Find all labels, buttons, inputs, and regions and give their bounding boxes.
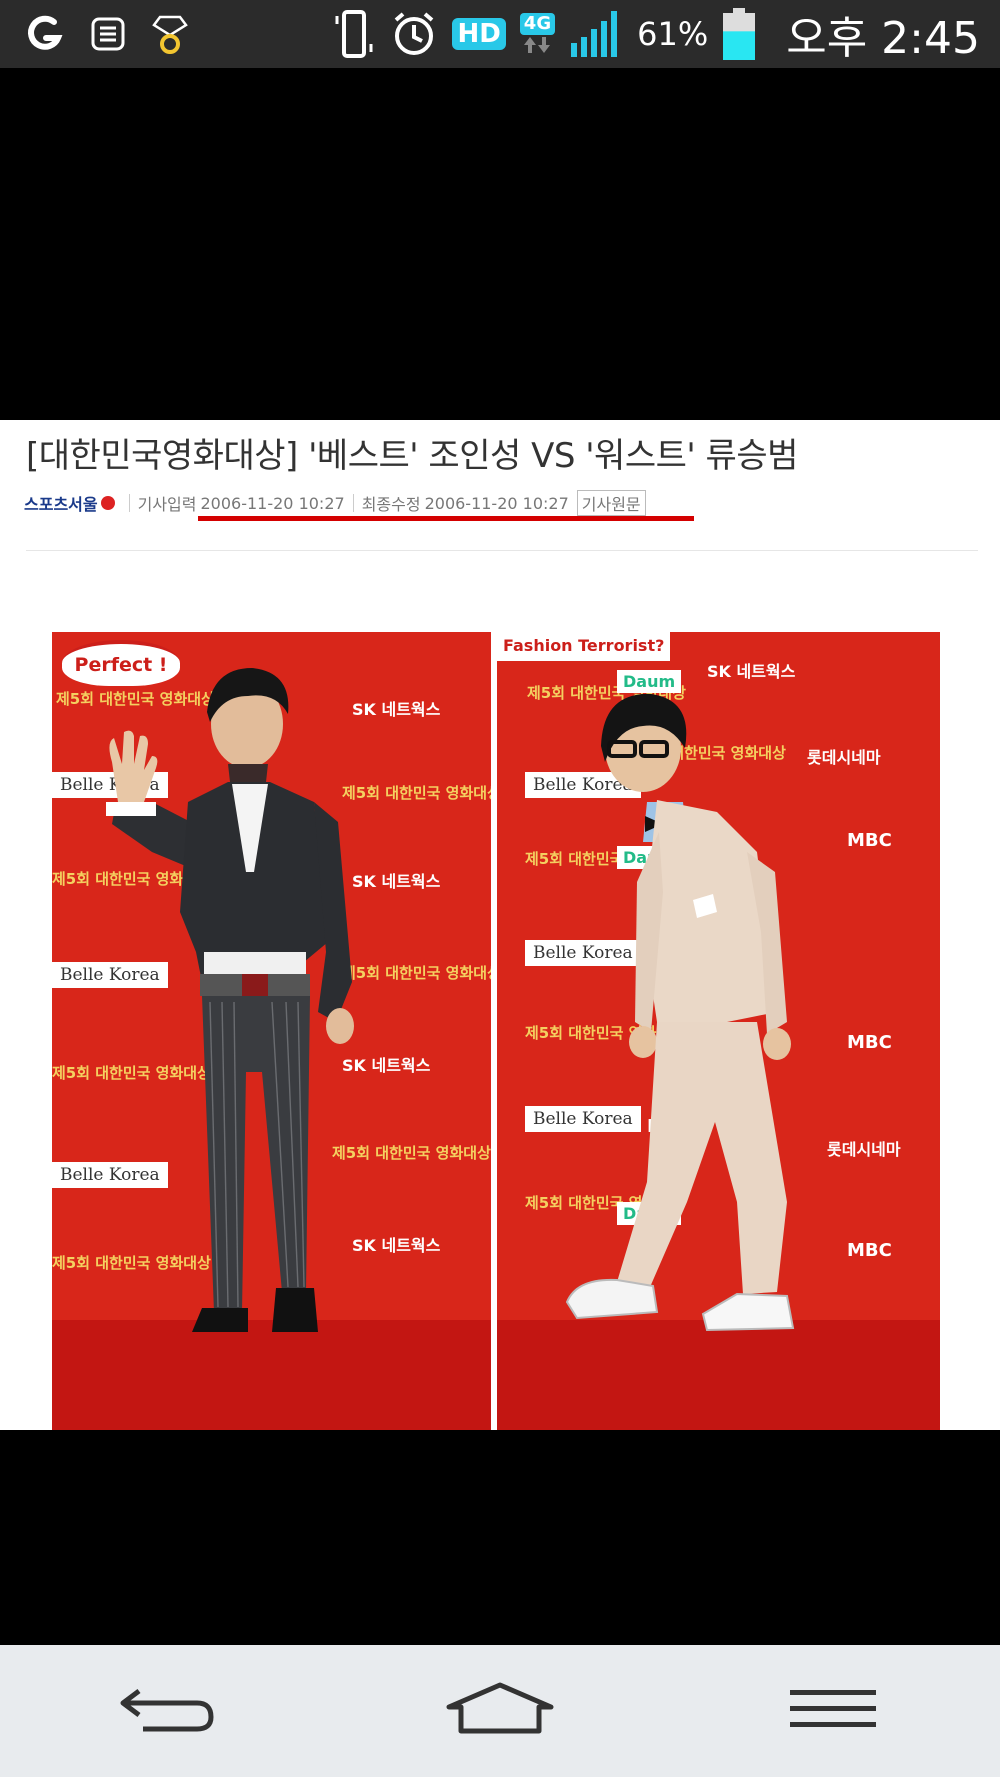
perfect-caption-text: Perfect ! (74, 654, 168, 676)
menu-button[interactable] (773, 1671, 893, 1751)
red-underline-mark (198, 516, 694, 521)
backdrop-sk-text: SK 네트웍스 (707, 662, 796, 681)
4g-data-icon: 4G (519, 13, 556, 55)
status-bar: HD 4G 61% 오후 2:45 (0, 0, 1000, 68)
hd-badge-icon: HD (452, 18, 506, 50)
home-icon (445, 1681, 555, 1741)
gem-ring-icon (152, 13, 188, 55)
photo-worst: 제5회 대한민국 영화대상 Daum SK 네트웍스 Belle Korea 제… (497, 632, 940, 1430)
clock: 오후 2:45 (786, 13, 980, 64)
input-date: 2006-11-20 10:27 (200, 493, 345, 513)
signal-icon (569, 9, 623, 59)
vibrate-icon (332, 8, 376, 60)
image-viewer[interactable]: [대한민국영화대상] '베스트' 조인성 VS '워스트' 류승범 스포츠서울 … (0, 68, 1000, 1645)
original-article-link[interactable]: 기사원문 (576, 490, 646, 516)
article-screenshot: [대한민국영화대상] '베스트' 조인성 VS '워스트' 류승범 스포츠서울 … (0, 420, 1000, 1430)
modified-label: 최종수정 (361, 495, 421, 514)
navigation-bar (0, 1645, 1000, 1777)
alarm-icon (390, 10, 438, 58)
meta-divider (352, 494, 354, 512)
menu-icon (788, 1684, 878, 1738)
back-icon (117, 1681, 217, 1741)
source-logo: 스포츠서울 (24, 491, 115, 515)
back-button[interactable] (107, 1671, 227, 1751)
battery-icon (722, 7, 756, 61)
source-logo-mark (100, 496, 115, 510)
article-divider (26, 550, 978, 551)
photo-best: 제5회 대한민국 영화대상 SK 네트웍스 Belle Korea 제5회 대한… (52, 632, 491, 1430)
meta-divider (128, 494, 130, 512)
modified-date: 2006-11-20 10:27 (424, 493, 569, 513)
person-dark-suit (106, 668, 354, 1332)
person-beige-suit (565, 693, 795, 1332)
carrier-logo-icon (24, 14, 64, 54)
source-name: 스포츠서울 (24, 495, 98, 514)
input-label: 기사입력 (137, 495, 197, 514)
battery-percent: 61% (637, 15, 709, 53)
home-button[interactable] (440, 1671, 560, 1751)
article-meta: 스포츠서울 기사입력 2006-11-20 10:27 최종수정 2006-11… (24, 490, 646, 516)
fashion-terrorist-caption: Fashion Terrorist? (497, 632, 671, 661)
perfect-caption: Perfect ! (62, 640, 180, 686)
article-headline: [대한민국영화대상] '베스트' 조인성 VS '워스트' 류승범 (26, 436, 798, 476)
notes-icon (90, 16, 126, 52)
